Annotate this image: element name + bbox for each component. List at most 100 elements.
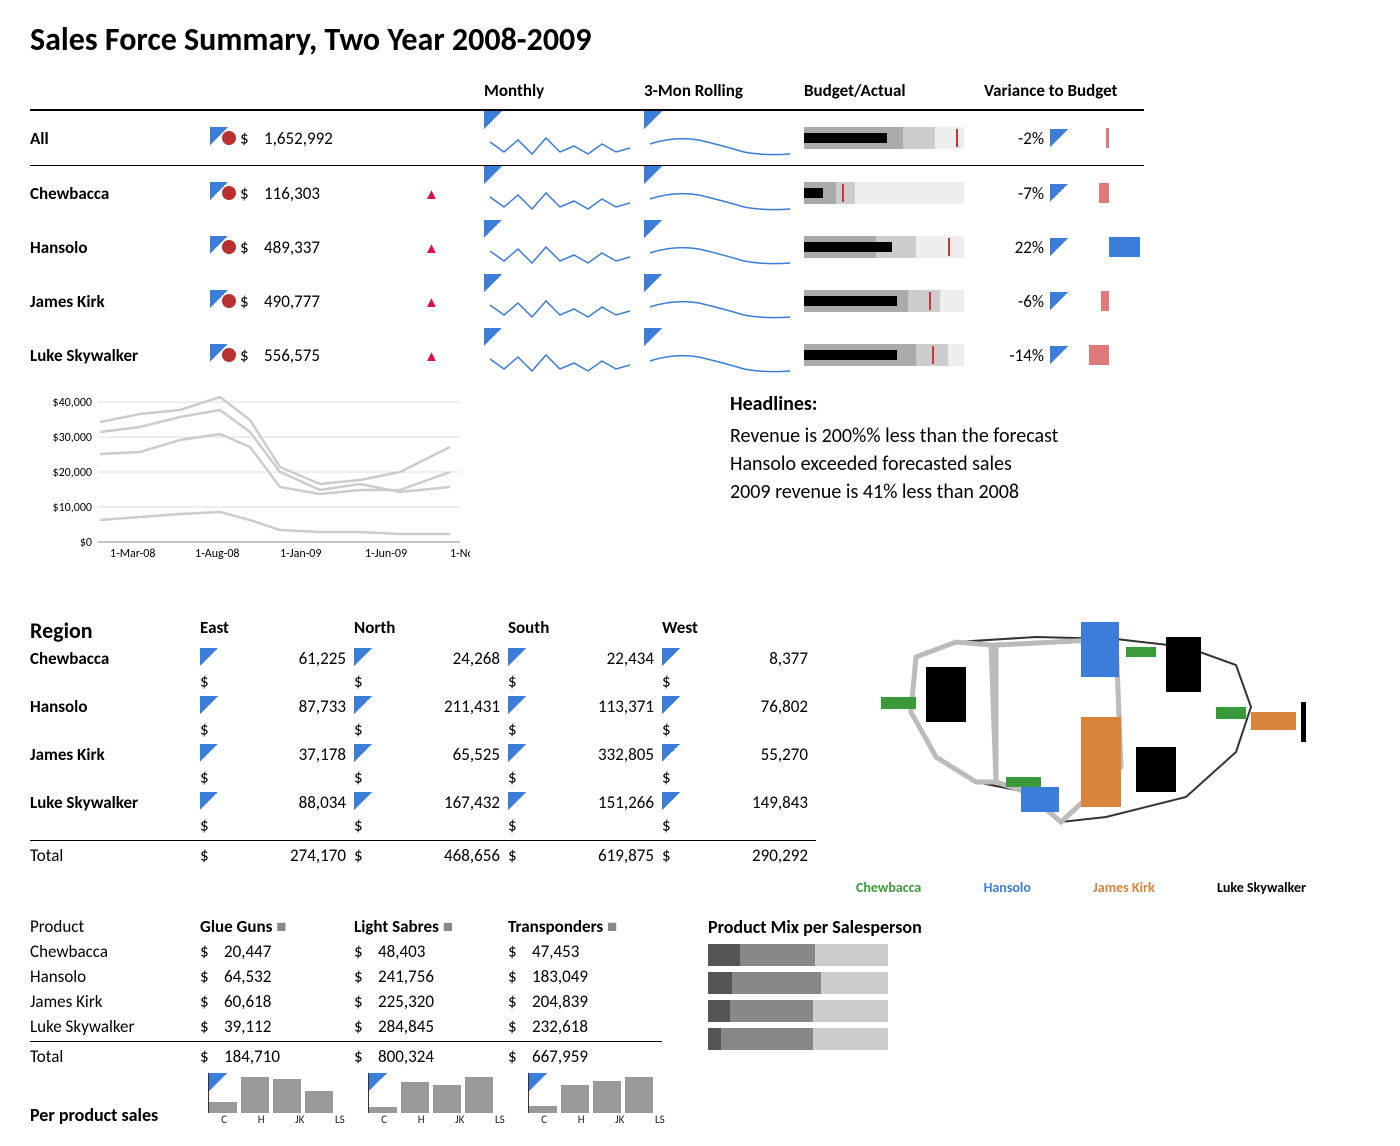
product-value: 20,447 bbox=[224, 941, 354, 962]
region-value: 151,266 bbox=[532, 792, 662, 836]
alert-icon: ▲ bbox=[424, 291, 484, 312]
drill-icon[interactable]: $ bbox=[200, 648, 224, 692]
currency-symbol: $ bbox=[508, 1016, 532, 1037]
product-value: 232,618 bbox=[532, 1016, 662, 1037]
sparkline-rolling bbox=[644, 166, 804, 220]
sparkline-rolling bbox=[644, 111, 804, 165]
sparkline-monthly bbox=[484, 328, 644, 382]
product-total: 184,710 bbox=[224, 1046, 354, 1067]
currency-symbol: $ bbox=[200, 1046, 224, 1067]
currency-symbol: $ bbox=[354, 1046, 378, 1067]
drill-icon[interactable]: $ bbox=[200, 792, 224, 836]
mix-title: Product Mix per Salesperson bbox=[708, 916, 922, 938]
legend-item: James Kirk bbox=[1093, 879, 1155, 896]
product-value: 39,112 bbox=[224, 1016, 354, 1037]
drill-icon[interactable]: $ bbox=[508, 744, 532, 788]
drill-icon[interactable]: $ bbox=[508, 696, 532, 740]
bullet-chart bbox=[804, 182, 984, 204]
region-row-name: James Kirk bbox=[30, 744, 200, 788]
region-table: RegionEastNorthSouthWestChewbacca$61,225… bbox=[30, 617, 816, 866]
region-value: 332,805 bbox=[532, 744, 662, 788]
salesperson-name: All bbox=[30, 128, 210, 149]
region-value: 65,525 bbox=[378, 744, 508, 788]
drill-icon[interactable]: $ bbox=[662, 744, 686, 788]
drill-icon[interactable]: $ bbox=[354, 744, 378, 788]
currency-symbol: $ bbox=[354, 966, 378, 987]
currency-symbol: $ bbox=[200, 1016, 224, 1037]
product-value: 241,756 bbox=[378, 966, 508, 987]
mix-bar bbox=[708, 944, 888, 966]
region-value: 113,371 bbox=[532, 696, 662, 740]
drill-icon[interactable]: $ bbox=[354, 648, 378, 692]
svg-text:$30,000: $30,000 bbox=[53, 431, 93, 445]
region-value: 167,432 bbox=[378, 792, 508, 836]
product-value: 48,403 bbox=[378, 941, 508, 962]
region-row-name: Luke Skywalker bbox=[30, 792, 200, 836]
region-total: 619,875 bbox=[532, 845, 662, 866]
region-total: 274,170 bbox=[224, 845, 354, 866]
currency-symbol: $ bbox=[200, 991, 224, 1012]
product-col: Transponders ■ bbox=[508, 916, 662, 937]
alert-icon: ▲ bbox=[424, 183, 484, 204]
product-value: 47,453 bbox=[532, 941, 662, 962]
revenue-value: 1,652,992 bbox=[264, 128, 424, 149]
product-mix: Product Mix per Salesperson bbox=[708, 916, 922, 1126]
sparkline-monthly bbox=[484, 220, 644, 274]
region-value: 61,225 bbox=[224, 648, 354, 692]
sparkline-rolling bbox=[644, 220, 804, 274]
svg-text:$40,000: $40,000 bbox=[53, 396, 93, 410]
drill-icon[interactable]: $ bbox=[662, 648, 686, 692]
currency-symbol: $ bbox=[200, 966, 224, 987]
currency-symbol: $ bbox=[240, 183, 264, 204]
mix-bar bbox=[708, 1000, 888, 1022]
variance-cell: -2% bbox=[984, 125, 1144, 151]
drill-icon[interactable]: $ bbox=[354, 696, 378, 740]
page-title: Sales Force Summary, Two Year 2008-2009 bbox=[30, 20, 1370, 59]
drill-icon[interactable]: $ bbox=[200, 744, 224, 788]
drill-icon[interactable] bbox=[210, 182, 240, 205]
drill-icon[interactable] bbox=[210, 344, 240, 367]
sparkline-rolling bbox=[644, 274, 804, 328]
headline-item: Revenue is 200%% less than the forecast bbox=[730, 424, 1058, 448]
currency-symbol: $ bbox=[354, 991, 378, 1012]
region-col: East bbox=[200, 617, 354, 644]
product-row-name: James Kirk bbox=[30, 991, 200, 1012]
drill-icon[interactable]: $ bbox=[508, 648, 532, 692]
currency-symbol: $ bbox=[508, 966, 532, 987]
region-value: 22,434 bbox=[532, 648, 662, 692]
svg-text:1-Jun-09: 1-Jun-09 bbox=[365, 547, 407, 561]
product-table: ProductGlue Guns ■Light Sabres ■Transpon… bbox=[30, 916, 678, 1067]
drill-icon[interactable]: $ bbox=[200, 696, 224, 740]
variance-cell: -6% bbox=[984, 288, 1144, 314]
drill-icon[interactable] bbox=[210, 236, 240, 259]
region-col: West bbox=[662, 617, 816, 644]
variance-cell: -7% bbox=[984, 180, 1144, 206]
currency-symbol: $ bbox=[240, 128, 264, 149]
revenue-value: 556,575 bbox=[264, 345, 424, 366]
currency-symbol: $ bbox=[200, 941, 224, 962]
currency-symbol: $ bbox=[662, 845, 686, 866]
svg-text:$20,000: $20,000 bbox=[53, 466, 93, 480]
sparkline-monthly bbox=[484, 166, 644, 220]
region-col: North bbox=[354, 617, 508, 644]
drill-icon[interactable] bbox=[210, 127, 240, 150]
drill-icon[interactable]: $ bbox=[662, 792, 686, 836]
product-total: 667,959 bbox=[532, 1046, 662, 1067]
region-value: 76,802 bbox=[686, 696, 816, 740]
currency-symbol: $ bbox=[508, 845, 532, 866]
svg-text:1-Nov-09: 1-Nov-09 bbox=[450, 547, 470, 561]
drill-icon[interactable]: $ bbox=[662, 696, 686, 740]
svg-text:$0: $0 bbox=[80, 536, 92, 550]
drill-icon[interactable]: $ bbox=[508, 792, 532, 836]
drill-icon[interactable] bbox=[210, 290, 240, 313]
salesperson-name: Hansolo bbox=[30, 237, 210, 258]
product-value: 60,618 bbox=[224, 991, 354, 1012]
alert-icon: ▲ bbox=[424, 345, 484, 366]
region-total: 290,292 bbox=[686, 845, 816, 866]
product-col: Light Sabres ■ bbox=[354, 916, 508, 937]
sparkline-rolling bbox=[644, 328, 804, 382]
legend-item: Hansolo bbox=[984, 879, 1031, 896]
svg-text:1-Mar-08: 1-Mar-08 bbox=[110, 547, 155, 561]
drill-icon[interactable]: $ bbox=[354, 792, 378, 836]
product-value: 204,839 bbox=[532, 991, 662, 1012]
